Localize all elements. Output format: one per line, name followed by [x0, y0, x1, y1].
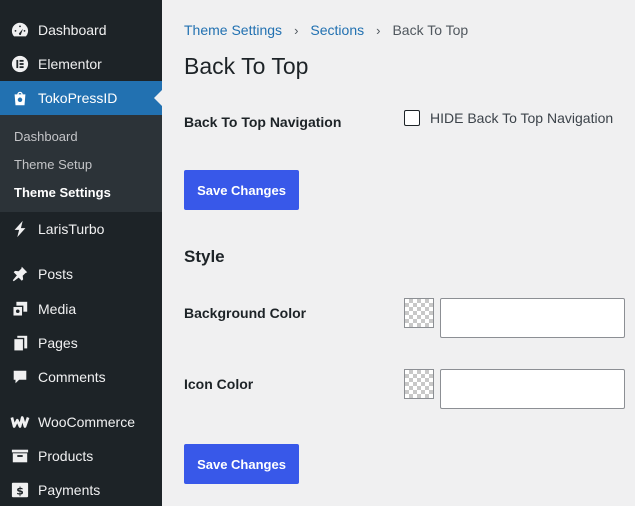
- chevron-right-icon: ›: [294, 22, 299, 38]
- pin-icon: [10, 264, 30, 284]
- products-icon: [10, 446, 30, 466]
- media-icon: [10, 299, 30, 319]
- breadcrumb-sections[interactable]: Sections: [310, 22, 364, 38]
- submenu-item-dashboard[interactable]: Dashboard: [14, 129, 78, 144]
- sidebar-item-label: TokoPressID: [38, 90, 118, 106]
- sidebar-item-media[interactable]: Media: [0, 292, 162, 326]
- sidebar-item-tokopressid[interactable]: TokoPressID: [0, 81, 162, 115]
- breadcrumb-theme-settings[interactable]: Theme Settings: [184, 22, 282, 38]
- sidebar-item-woocommerce[interactable]: WooCommerce: [0, 405, 162, 439]
- background-color-input[interactable]: [440, 298, 625, 338]
- elementor-icon: [10, 54, 30, 74]
- save-changes-button-bottom[interactable]: Save Changes: [184, 444, 299, 484]
- sidebar-item-label: Posts: [38, 266, 74, 282]
- sidebar-item-label: Media: [38, 301, 77, 317]
- background-color-label: Background Color: [184, 305, 307, 321]
- laristurbo-icon: [10, 219, 30, 239]
- sidebar-item-posts[interactable]: Posts: [0, 257, 162, 291]
- icon-color-input[interactable]: [440, 369, 625, 409]
- page-title: Back To Top: [184, 53, 309, 79]
- sidebar-item-label: Dashboard: [38, 22, 107, 38]
- breadcrumb: Theme Settings › Sections › Back To Top: [184, 22, 468, 38]
- main-content: Theme Settings › Sections › Back To Top …: [162, 0, 635, 506]
- sidebar-item-comments[interactable]: Comments: [0, 360, 162, 394]
- sidebar-item-label: Payments: [38, 482, 101, 498]
- sidebar-item-label: Elementor: [38, 56, 102, 72]
- sidebar-item-payments[interactable]: $ Payments: [0, 473, 162, 506]
- pages-icon: [10, 333, 30, 353]
- svg-text:$: $: [16, 485, 24, 498]
- icon-color-label: Icon Color: [184, 376, 254, 392]
- sidebar-item-products[interactable]: Products: [0, 439, 162, 473]
- save-changes-button[interactable]: Save Changes: [184, 170, 299, 210]
- sidebar-item-pages[interactable]: Pages: [0, 326, 162, 360]
- hide-back-to-top-option[interactable]: HIDE Back To Top Navigation: [404, 110, 613, 126]
- sidebar-item-label: Pages: [38, 335, 78, 351]
- sidebar-item-dashboard[interactable]: Dashboard: [0, 13, 162, 47]
- breadcrumb-current: Back To Top: [392, 22, 469, 38]
- dashboard-icon: [10, 20, 30, 40]
- payments-icon: $: [10, 480, 30, 500]
- hide-back-to-top-label: HIDE Back To Top Navigation: [430, 110, 614, 126]
- submenu-item-theme-setup[interactable]: Theme Setup: [14, 157, 92, 172]
- woocommerce-icon: [10, 412, 30, 432]
- chevron-right-icon: ›: [376, 22, 381, 38]
- sidebar-item-laristurbo[interactable]: LarisTurbo: [0, 212, 162, 246]
- icon-color-swatch[interactable]: [404, 369, 434, 399]
- sidebar-item-label: WooCommerce: [38, 414, 135, 430]
- comments-icon: [10, 367, 30, 387]
- style-section-title: Style: [184, 247, 225, 266]
- sidebar-item-elementor[interactable]: Elementor: [0, 47, 162, 81]
- tokopress-icon: [10, 88, 30, 108]
- admin-sidebar: Dashboard Elementor TokoPressID Dashboar…: [0, 0, 162, 506]
- nav-setting-label: Back To Top Navigation: [184, 114, 342, 130]
- sidebar-item-label: LarisTurbo: [38, 221, 105, 237]
- submenu-item-theme-settings[interactable]: Theme Settings: [14, 185, 111, 200]
- background-color-swatch[interactable]: [404, 298, 434, 328]
- sidebar-submenu: Dashboard Theme Setup Theme Settings: [0, 115, 162, 212]
- sidebar-item-label: Products: [38, 448, 94, 464]
- hide-back-to-top-checkbox[interactable]: [404, 110, 420, 126]
- sidebar-item-label: Comments: [38, 369, 106, 385]
